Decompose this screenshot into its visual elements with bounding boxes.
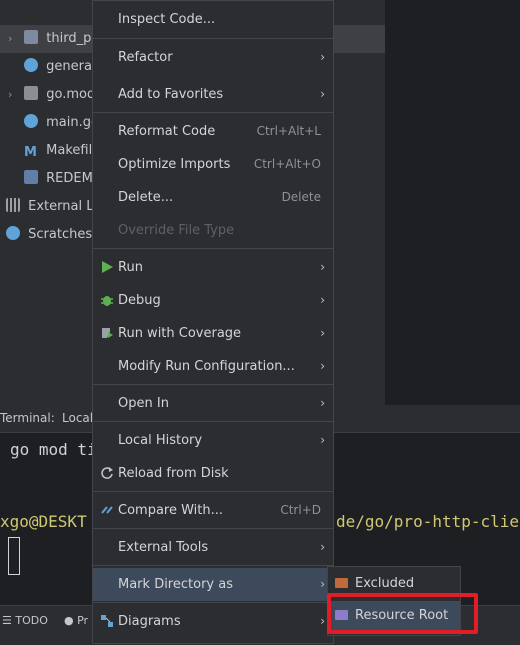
menu-item-add-to-favorites[interactable]: Add to Favorites › xyxy=(93,78,333,111)
menu-item-reformat-code[interactable]: Reformat Code Ctrl+Alt+L xyxy=(93,115,333,148)
chevron-right-icon: › xyxy=(320,50,325,64)
todo-label: TODO xyxy=(15,614,48,627)
menu-item-label: Override File Type xyxy=(118,223,235,238)
menu-item-run-with-coverage[interactable]: Run with Coverage › xyxy=(93,317,333,350)
chevron-right-icon: › xyxy=(320,326,325,340)
menu-item-open-in[interactable]: Open In › xyxy=(93,387,333,420)
terminal-line: go mod ti xyxy=(10,440,97,459)
terminal-prompt: xgo@DESKT xyxy=(0,512,87,531)
tree-item-makefile[interactable]: M Makefile xyxy=(0,137,100,165)
makefile-icon: M xyxy=(24,145,37,160)
menu-separator xyxy=(93,112,333,113)
menu-item-optimize-imports[interactable]: Optimize Imports Ctrl+Alt+O xyxy=(93,148,333,181)
go-file-icon xyxy=(24,114,38,128)
menu-item-shortcut: Ctrl+Alt+L xyxy=(256,124,321,138)
menu-separator xyxy=(93,38,333,39)
folder-icon xyxy=(24,30,39,44)
chevron-right-icon[interactable]: › xyxy=(8,25,20,53)
chevron-right-icon: › xyxy=(320,433,325,447)
chevron-right-icon: › xyxy=(320,359,325,373)
menu-item-label: Local History xyxy=(118,433,203,448)
menu-item-label: Diagrams xyxy=(118,614,181,629)
menu-item-label: Optimize Imports xyxy=(118,157,231,172)
menu-item-local-history[interactable]: Local History › xyxy=(93,424,333,457)
problems-tab[interactable]: ● Pr xyxy=(64,614,88,627)
chevron-right-icon: › xyxy=(320,87,325,101)
menu-item-label: External Tools xyxy=(118,540,209,555)
menu-item-diagrams[interactable]: Diagrams › xyxy=(93,605,333,638)
chevron-right-icon: › xyxy=(320,577,325,591)
menu-separator xyxy=(93,421,333,422)
menu-item-refactor[interactable]: Refactor › xyxy=(93,41,333,74)
terminal-tab-local[interactable]: Local xyxy=(62,411,93,425)
debug-icon xyxy=(101,296,113,306)
chevron-right-icon: › xyxy=(320,396,325,410)
run-icon xyxy=(102,261,113,273)
editor-area xyxy=(385,0,520,405)
tree-item-label: go.mod xyxy=(46,87,96,102)
menu-separator xyxy=(93,248,333,249)
menu-separator xyxy=(93,565,333,566)
menu-item-shortcut: Ctrl+D xyxy=(280,503,321,517)
tree-item-generate[interactable]: generate xyxy=(0,53,105,81)
menu-item-label: Inspect Code... xyxy=(118,12,216,27)
menu-item-label: Reload from Disk xyxy=(118,466,229,481)
menu-item-label: Compare With... xyxy=(118,503,224,518)
menu-item-label: Run with Coverage xyxy=(118,326,242,341)
folder-excluded-icon xyxy=(335,578,348,588)
chevron-right-icon: › xyxy=(320,293,325,307)
tree-item-external-libraries[interactable]: External Lib xyxy=(0,193,105,221)
menu-item-label: Mark Directory as xyxy=(118,577,233,592)
chevron-right-icon: › xyxy=(320,260,325,274)
problems-label: Pr xyxy=(77,614,89,627)
go-file-icon xyxy=(24,58,38,72)
coverage-icon xyxy=(102,328,113,338)
menu-item-debug[interactable]: Debug › xyxy=(93,284,333,317)
terminal-title: Terminal: xyxy=(0,411,55,425)
tree-item-readme[interactable]: REDEME xyxy=(0,165,101,193)
menu-separator xyxy=(93,602,333,603)
info-icon: ● xyxy=(64,614,74,627)
menu-item-label: Debug xyxy=(118,293,161,308)
terminal-path: de/go/pro-http-clie xyxy=(336,512,520,531)
chevron-right-icon[interactable]: › xyxy=(8,81,20,109)
menu-separator xyxy=(93,384,333,385)
scratches-icon xyxy=(6,226,20,240)
reload-icon xyxy=(101,467,113,479)
menu-item-label: Open In xyxy=(118,396,169,411)
menu-item-shortcut: Ctrl+Alt+O xyxy=(253,157,321,171)
menu-item-label: Run xyxy=(118,260,143,275)
menu-separator xyxy=(93,528,333,529)
menu-item-label: Refactor xyxy=(118,50,173,65)
todo-tab[interactable]: ☰ TODO xyxy=(2,614,48,627)
readme-icon xyxy=(24,170,38,184)
menu-item-label: Reformat Code xyxy=(118,124,216,139)
menu-item-shortcut: Delete xyxy=(281,190,321,204)
highlight-box xyxy=(327,593,478,634)
chevron-right-icon: › xyxy=(320,614,325,628)
menu-item-inspect-code[interactable]: Inspect Code... xyxy=(93,3,333,36)
menu-item-label: Modify Run Configuration... xyxy=(118,359,295,374)
menu-item-mark-directory-as[interactable]: Mark Directory as › xyxy=(93,568,333,601)
menu-item-label: Add to Favorites xyxy=(118,87,224,102)
tree-item-main-go[interactable]: main.go xyxy=(0,109,99,137)
terminal-cursor xyxy=(8,537,20,575)
menu-item-compare-with[interactable]: Compare With... Ctrl+D xyxy=(93,494,333,527)
context-menu: Inspect Code... Refactor › Add to Favorit… xyxy=(92,0,334,644)
menu-item-override-file-type: Override File Type xyxy=(93,214,333,247)
tree-item-go-mod[interactable]: › go.mod xyxy=(0,81,95,109)
menu-item-delete[interactable]: Delete... Delete xyxy=(93,181,333,214)
menu-separator xyxy=(93,491,333,492)
diagrams-icon xyxy=(101,615,113,627)
menu-item-label: Delete... xyxy=(118,190,174,205)
go-mod-icon xyxy=(24,86,39,100)
menu-item-external-tools[interactable]: External Tools › xyxy=(93,531,333,564)
external-libraries-icon xyxy=(6,198,20,212)
chevron-right-icon: › xyxy=(320,540,325,554)
list-icon: ☰ xyxy=(2,614,12,627)
menu-item-run[interactable]: Run › xyxy=(93,251,333,284)
compare-icon xyxy=(101,506,113,514)
menu-item-modify-run-configuration[interactable]: Modify Run Configuration... › xyxy=(93,350,333,383)
menu-item-reload-from-disk[interactable]: Reload from Disk xyxy=(93,457,333,490)
